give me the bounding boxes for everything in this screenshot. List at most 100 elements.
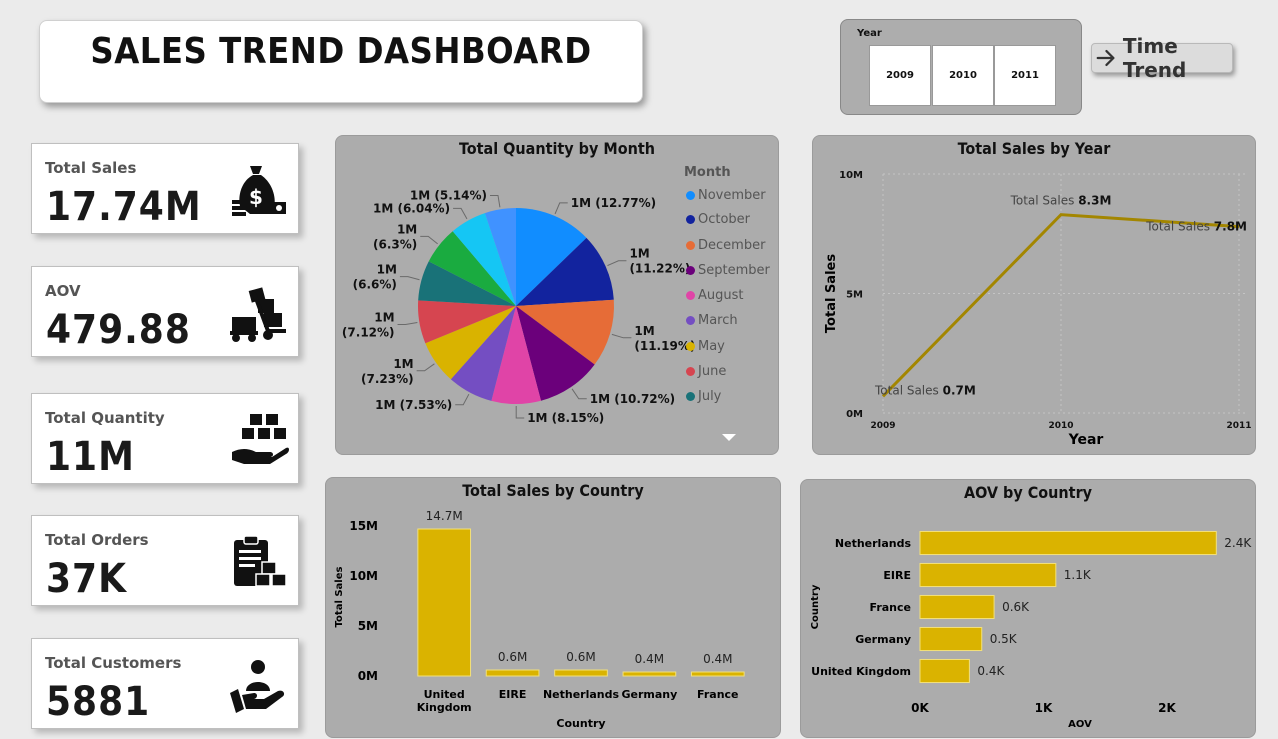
y-axis-title: Country	[810, 584, 821, 629]
pie-leader-line	[416, 363, 435, 372]
y-tick-label: 5M	[846, 290, 863, 301]
bar-data-label: 14.7M	[426, 509, 463, 523]
aov-by-country-panel: AOV by Country 0K 1K 2K Netherlands 2.4K EIRE…	[800, 479, 1256, 738]
x-tick-label: Germany	[621, 688, 677, 701]
legend-label: August	[698, 288, 744, 303]
clipboard-boxes-icon	[234, 535, 287, 587]
kpi-card-total-sales: Total Sales 17.74M $	[31, 143, 299, 234]
pie-data-label: 1M (5.14%)	[410, 188, 487, 202]
legend-item-september[interactable]: September	[686, 263, 770, 278]
legend-item-august[interactable]: August	[686, 288, 744, 303]
y-tick-label: Germany	[855, 633, 911, 646]
legend-item-december[interactable]: December	[686, 238, 765, 253]
time-trend-label: Time Trend	[1122, 34, 1187, 82]
slicer-label: Year	[857, 28, 882, 39]
bar-data-label: 0.6M	[566, 650, 595, 664]
pie-data-label: 1M (10.72%)	[590, 392, 675, 406]
slicer-option-2010[interactable]: 2010	[932, 45, 994, 106]
bar-data-label: 0.4K	[977, 664, 1005, 678]
x-tick-label: 2010	[1048, 421, 1073, 431]
legend-label: September	[698, 263, 770, 278]
x-tick-label: Netherlands	[543, 688, 620, 701]
hand-truck-boxes-icon	[230, 287, 286, 342]
legend-label: November	[698, 188, 766, 203]
x-tick-label: France	[697, 688, 738, 701]
legend-item-march[interactable]: March	[686, 313, 738, 328]
pie-leader-line	[571, 388, 587, 400]
bar-data-label: 0.4M	[635, 652, 664, 666]
pie-data-label-pct: (6.3%)	[373, 237, 417, 251]
page-title: SALES TREND DASHBOARD	[90, 31, 592, 72]
x-axis-title: Year	[1068, 432, 1104, 448]
bar-eire[interactable]	[919, 562, 1057, 588]
pie-data-label-pct: (6.6%)	[353, 278, 397, 292]
money-bag-icon: $	[232, 166, 286, 216]
legend-item-may[interactable]: May	[686, 339, 725, 354]
pie-data-label: 1M	[393, 357, 413, 371]
bar-data-label: 0.6K	[1002, 600, 1030, 614]
legend-item-june[interactable]: June	[686, 364, 726, 379]
kpi-value: 479.88	[46, 307, 191, 353]
bar-data-label: 0.4M	[703, 652, 732, 666]
pie-data-label: 1M (7.53%)	[375, 398, 452, 412]
pie-data-label-pct: (7.12%)	[342, 325, 395, 339]
bar-netherlands[interactable]	[919, 530, 1217, 556]
kpi-label: Total Customers	[45, 654, 182, 672]
pie-data-label: 1M (12.77%)	[571, 196, 656, 210]
horizontal-bar-chart: 0K 1K 2K Netherlands 2.4K EIRE 1.1K France 0.6K G…	[810, 530, 1252, 730]
x-axis-title: AOV	[1068, 719, 1092, 730]
y-tick-label: 10M	[839, 170, 863, 181]
point-data-label: Total Sales 0.7M	[874, 383, 976, 397]
pie-data-label: 1M	[397, 222, 417, 236]
pie-leader-line	[399, 276, 420, 281]
bar-chart: 0M 5M 10M 15M 14.7M UnitedKingdom 0.6M EIRE 0.6M…	[334, 509, 745, 730]
line-chart: 0M 5M 10M 2009 2010 2011 Total Sales 0.7M Total…	[824, 170, 1252, 448]
bar-united-kingdom[interactable]	[417, 528, 472, 677]
legend-label: October	[698, 212, 751, 227]
pie-data-label-pct: (7.23%)	[361, 372, 414, 386]
kpi-value: 17.74M	[46, 184, 202, 230]
x-tick-label: EIRE	[499, 688, 527, 701]
x-tick-label: 2009	[870, 421, 895, 431]
x-axis-title: Country	[556, 717, 605, 730]
kpi-value: 37K	[46, 556, 127, 602]
pie-leader-line	[453, 207, 468, 220]
quantity-by-month-panel: Total Quantity by Month 1M (12.77%) 1M (11…	[335, 135, 779, 455]
bar-data-label: 0.6M	[498, 650, 527, 664]
slicer-option-2009[interactable]: 2009	[869, 45, 931, 106]
kpi-value: 5881	[46, 679, 151, 725]
time-trend-button[interactable]: Time Trend	[1091, 34, 1233, 82]
y-tick-label: 0M	[846, 409, 863, 420]
x-tick-label: 2011	[1226, 421, 1251, 431]
legend-item-november[interactable]: November	[686, 188, 766, 203]
kpi-value: 11M	[46, 434, 135, 480]
y-tick-label: 10M	[349, 569, 378, 583]
y-tick-label: 15M	[349, 519, 378, 533]
y-tick-label: 0M	[358, 669, 378, 683]
kpi-label: Total Orders	[45, 531, 149, 549]
pie-leader-line	[420, 235, 438, 245]
x-tick-label: United	[424, 688, 465, 701]
hand-boxes-icon	[232, 414, 289, 464]
bar-france[interactable]	[919, 594, 995, 620]
point-data-label: Total Sales 8.3M	[1010, 194, 1112, 208]
sales-by-country-panel: Total Sales by Country 0M 5M 10M 15M 14.7M Un…	[325, 477, 781, 738]
dashboard-title-card: SALES TREND DASHBOARD	[39, 20, 643, 103]
pie-leader-line	[611, 333, 632, 339]
bar-france[interactable]	[690, 671, 745, 677]
bar-germany[interactable]	[919, 626, 983, 652]
bar-eire[interactable]	[485, 669, 540, 677]
arrow-right-icon	[1096, 49, 1115, 67]
bar-netherlands[interactable]	[554, 669, 608, 677]
legend-scroll-down-icon[interactable]	[722, 434, 736, 441]
kpi-card-total-customers: Total Customers 5881	[31, 638, 299, 729]
kpi-card-total-orders: Total Orders 37K	[31, 515, 299, 606]
bar-germany[interactable]	[622, 671, 677, 677]
bar-united-kingdom[interactable]	[919, 658, 970, 684]
pie-leader-line	[397, 322, 418, 325]
pie-leader-line	[515, 405, 525, 419]
kpi-card-aov: AOV 479.88	[31, 266, 299, 357]
legend-item-july[interactable]: July	[686, 389, 721, 404]
legend-item-october[interactable]: October	[686, 212, 750, 227]
slicer-option-2011[interactable]: 2011	[994, 45, 1056, 106]
